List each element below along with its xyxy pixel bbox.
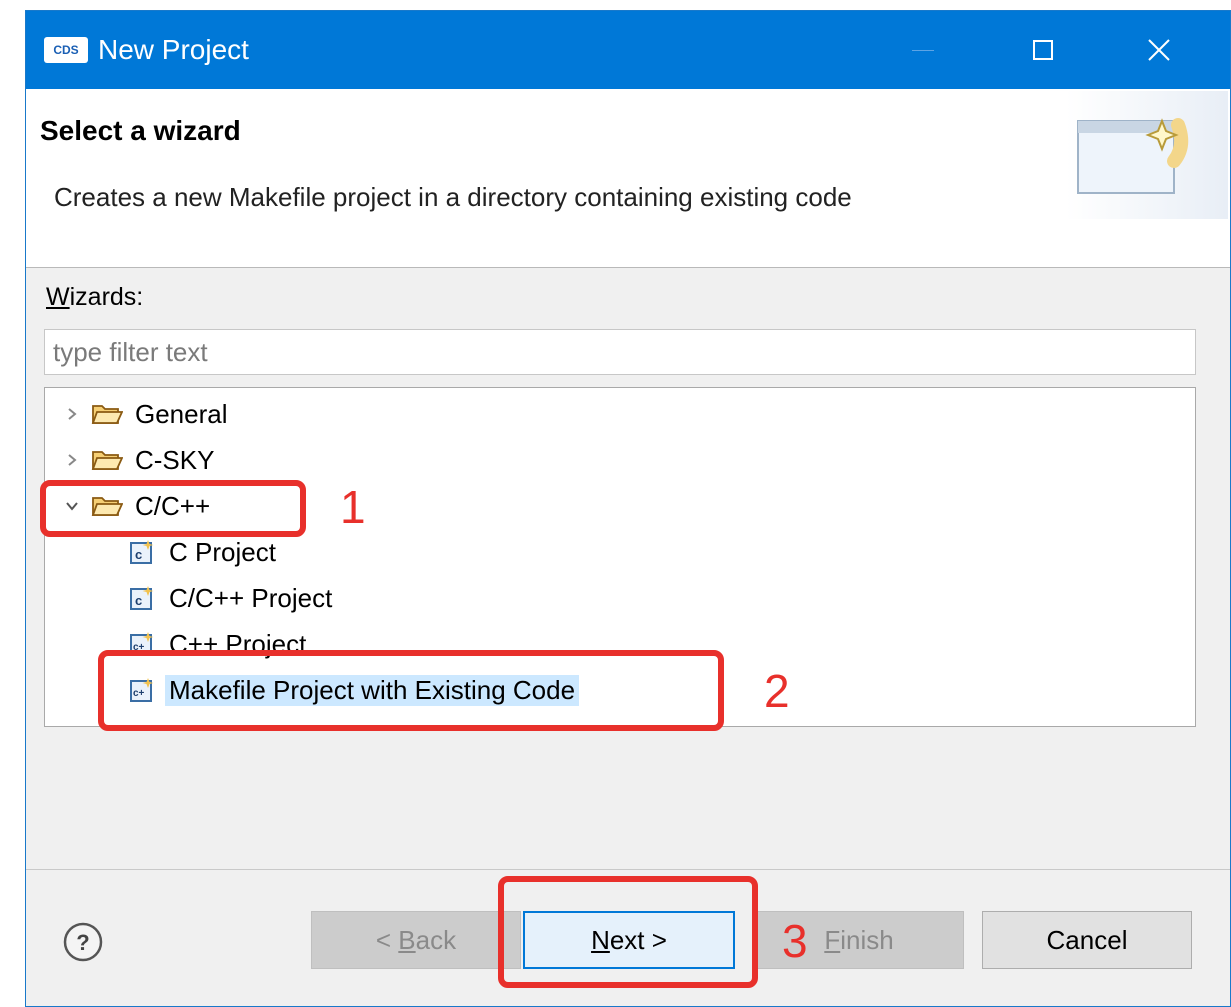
maximize-icon (1033, 40, 1053, 60)
close-icon (1148, 39, 1170, 61)
wizards-label-rest: izards: (69, 283, 144, 311)
chevron-right-icon[interactable] (63, 451, 81, 469)
cancel-button[interactable]: Cancel (982, 911, 1192, 969)
annotation-number-2: 2 (764, 665, 790, 717)
cancel-button-label: Cancel (1046, 924, 1128, 955)
page-description: Creates a new Makefile project in a dire… (54, 182, 852, 212)
folder-icon (91, 451, 123, 470)
new-wizard-banner-icon (1066, 91, 1228, 219)
annotation-box-2 (98, 650, 724, 731)
back-button[interactable]: < Back (311, 911, 521, 969)
tree-item-label: C/C++ Project (169, 582, 333, 613)
annotation-number-1: 1 (340, 481, 366, 533)
window-title: New Project (98, 34, 249, 65)
annotation-box-1 (40, 480, 306, 537)
back-button-rest: ack (415, 924, 457, 955)
back-button-mnemonic: B (398, 924, 416, 955)
c-project-icon: c (130, 540, 154, 564)
finish-button-rest: inish (840, 924, 894, 955)
svg-text:c: c (135, 593, 142, 608)
c-project-icon: c (130, 586, 154, 610)
wizard-header: Select a wizard Creates a new Makefile p… (26, 89, 1230, 268)
minimize-icon (912, 49, 934, 51)
finish-button-mnemonic: F (824, 924, 841, 955)
tree-item-c-sky[interactable]: C-SKY (63, 438, 218, 482)
annotation-box-3 (498, 876, 758, 988)
title-bar[interactable]: CDS New Project (26, 11, 1230, 89)
annotation-number-3: 3 (782, 915, 808, 967)
close-button[interactable] (1124, 11, 1194, 89)
tree-item-c-cpp-project[interactable]: c C/C++ Project (129, 576, 336, 620)
app-logo-text: CDS (53, 43, 79, 57)
tree-item-label: C-SKY (135, 444, 215, 475)
button-bar-divider (26, 869, 1230, 870)
app-logo-icon: CDS (44, 37, 88, 63)
svg-text:c: c (135, 547, 142, 562)
minimize-button[interactable] (888, 11, 958, 89)
maximize-button[interactable] (1008, 11, 1078, 89)
tree-item-label: C Project (169, 536, 276, 567)
tree-item-general[interactable]: General (63, 392, 232, 436)
tree-item-label: General (135, 398, 228, 429)
wizards-label: Wizards: (46, 283, 143, 312)
page-title: Select a wizard (40, 115, 241, 146)
chevron-right-icon[interactable] (63, 405, 81, 423)
folder-icon (91, 405, 123, 424)
help-icon[interactable]: ? (62, 921, 104, 963)
wizards-label-mnemonic: W (46, 283, 70, 311)
back-button-prefix: < (375, 924, 399, 955)
wizard-filter-input[interactable] (44, 329, 1196, 375)
svg-text:?: ? (76, 930, 89, 955)
